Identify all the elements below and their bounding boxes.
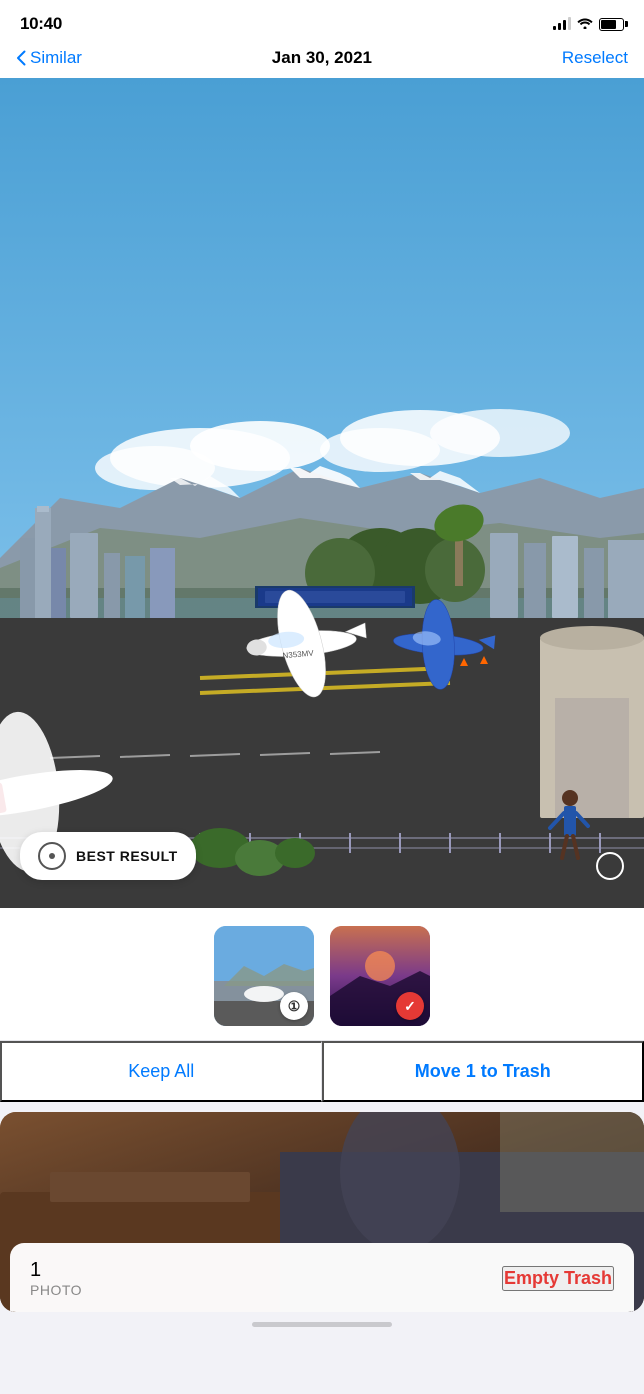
page-title: Jan 30, 2021	[272, 48, 372, 68]
reselect-button[interactable]: Reselect	[562, 48, 628, 68]
home-indicator	[0, 1312, 644, 1333]
status-bar: 10:40	[0, 0, 644, 40]
lower-card: 1 PHOTO Empty Trash	[0, 1112, 644, 1312]
best-result-label: BEST RESULT	[76, 848, 178, 864]
keep-all-button[interactable]: Keep All	[0, 1041, 322, 1102]
thumb2-badge: ✓	[396, 992, 424, 1020]
trash-photo-label: PHOTO	[30, 1282, 82, 1298]
thumbnail-airport[interactable]: ①	[214, 926, 314, 1026]
battery-icon	[599, 18, 624, 31]
thumbnail-sunset[interactable]: ✓	[330, 926, 430, 1026]
home-bar	[252, 1322, 392, 1327]
back-label: Similar	[30, 48, 82, 68]
main-card: N353MV N91929	[0, 78, 644, 1102]
trash-info-bar: 1 PHOTO Empty Trash	[10, 1243, 634, 1312]
trash-number: 1	[30, 1259, 82, 1282]
best-result-badge: BEST RESULT	[20, 832, 196, 880]
back-button[interactable]: Similar	[16, 48, 82, 68]
status-icons	[553, 17, 624, 32]
signal-icon	[553, 18, 571, 30]
lower-photo: 1 PHOTO Empty Trash	[0, 1112, 644, 1312]
empty-trash-button[interactable]: Empty Trash	[502, 1266, 614, 1291]
move-to-trash-button[interactable]: Move 1 to Trash	[322, 1041, 644, 1102]
status-time: 10:40	[20, 14, 62, 34]
selection-circle[interactable]	[596, 852, 624, 880]
wifi-icon	[577, 17, 593, 32]
action-row: Keep All Move 1 to Trash	[0, 1040, 644, 1102]
best-result-icon	[38, 842, 66, 870]
thumbnail-row: ① ✓	[0, 908, 644, 1040]
thumb1-badge: ①	[280, 992, 308, 1020]
trash-count: 1 PHOTO	[30, 1259, 82, 1298]
photo-container: N353MV N91929	[0, 78, 644, 908]
nav-bar: Similar Jan 30, 2021 Reselect	[0, 40, 644, 78]
